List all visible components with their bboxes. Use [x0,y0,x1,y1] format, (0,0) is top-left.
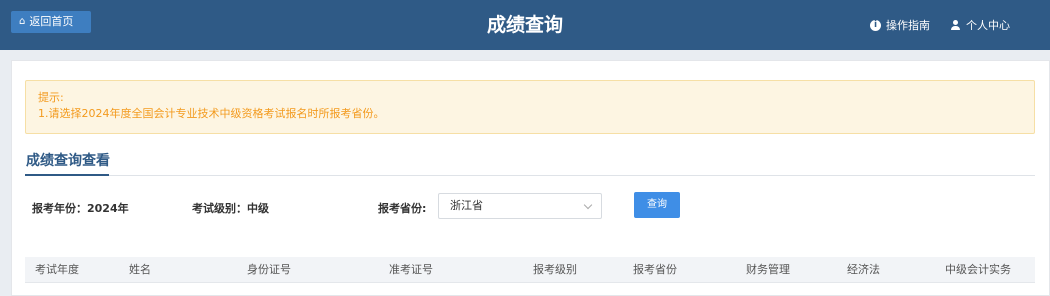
notice-line-1: 1.请选择2024年度全国会计专业技术中级资格考试报名时所报考省份。 [38,107,385,120]
back-home-button[interactable]: ⌂ 返回首页 [11,11,91,33]
top-bar: ⌂ 返回首页 成绩查询 i 操作指南 个人中心 [0,0,1050,50]
notice-box: 提示: 1.请选择2024年度全国会计专业技术中级资格考试报名时所报考省份。 [25,80,1035,134]
province-select-value: 浙江省 [450,199,483,212]
user-icon [950,19,961,31]
column-header-economic-law: 经济法 [847,263,880,276]
column-header-exam-year: 考试年度 [35,263,79,276]
province-label: 报考省份: [378,202,427,215]
section-title-underline [25,174,109,176]
content-card: 提示: 1.请选择2024年度全国会计专业技术中级资格考试报名时所报考省份。 成… [11,60,1050,296]
column-header-admission-number: 准考证号 [389,263,433,276]
personal-center-label: 个人中心 [966,19,1010,32]
chevron-down-icon [583,200,593,210]
top-links: i 操作指南 个人中心 [870,0,1010,50]
exam-level-label: 考试级别：中级 [192,202,269,215]
section-title: 成绩查询查看 [26,153,110,169]
column-header-id-number: 身份证号 [247,263,291,276]
column-header-exam-level: 报考级别 [533,263,577,276]
operation-guide-label: 操作指南 [886,19,930,32]
column-header-province: 报考省份 [633,263,677,276]
notice-title: 提示: [38,91,64,104]
column-header-intermediate-accounting: 中级会计实务 [945,263,1011,276]
info-icon: i [870,19,881,31]
province-select[interactable]: 浙江省 [438,193,602,219]
personal-center-link[interactable]: 个人中心 [950,17,1010,33]
back-home-label: 返回首页 [29,15,74,28]
column-header-financial-management: 财务管理 [746,263,790,276]
exam-year-label: 报考年份：2024年 [32,202,129,215]
column-header-name: 姓名 [129,263,151,276]
operation-guide-link[interactable]: i 操作指南 [870,17,930,33]
query-button[interactable]: 查询 [634,192,680,218]
section-divider [25,175,1035,176]
home-icon: ⌂ [19,16,26,27]
table-header: 考试年度 姓名 身份证号 准考证号 报考级别 报考省份 财务管理 经济法 中级会… [25,257,1035,283]
